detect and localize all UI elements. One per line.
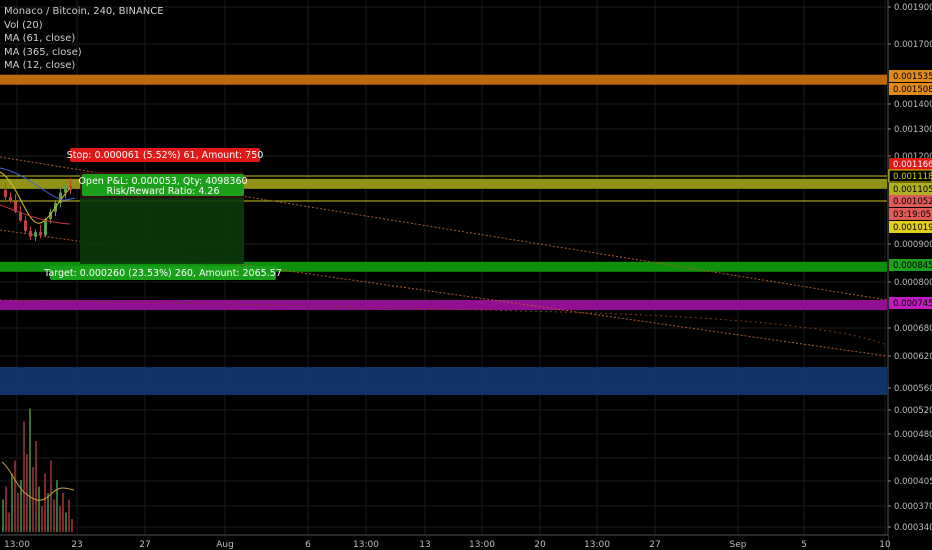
price-badge-label: 0.001166 [893,160,932,170]
price-tick-label: 0.001900 [894,3,932,13]
time-tick-label: 27 [649,540,660,550]
time-axis-bg [0,535,888,550]
price-badge-label: 0.000745 [893,299,932,309]
time-tick-label: 13:00 [469,540,495,550]
volume-bar [5,486,7,532]
volume-bar [17,493,19,532]
price-tick-label: 0.001300 [894,125,932,135]
price-tick-label: 0.000680 [894,324,932,334]
price-tick-label: 0.000900 [894,240,932,250]
volume-bar [65,512,67,532]
position-label-text: Risk/Reward Ratio: 4.26 [106,186,219,197]
candle-body[interactable] [44,219,47,236]
legend-volume[interactable]: Vol (20) [4,19,164,33]
legend-ma12[interactable]: MA (12, close) [4,59,164,73]
price-badge-label: 0.001535 [893,72,932,82]
time-tick-label: Sep [730,540,747,550]
price-badge-label: 0.000845 [893,261,932,271]
time-tick-label: 10 [879,540,891,550]
target-area [80,198,244,264]
price-tick-label: 0.000480 [894,430,932,440]
price-badge-label: 0.001118 [893,172,932,182]
volume-bar [32,467,34,532]
time-tick-label: 13:00 [353,540,379,550]
time-tick-label: 5 [801,540,807,550]
volume-bar [59,506,61,532]
volume-bar [2,499,4,532]
candle-body[interactable] [9,197,12,202]
volume-bar [56,480,58,532]
legend-ma61[interactable]: MA (61, close) [4,32,164,46]
time-tick-label: 6 [305,540,311,550]
price-tick-label: 0.000800 [894,278,932,288]
volume-bar [14,460,16,532]
volume-bar [68,499,70,532]
legend-symbol[interactable]: Monaco / Bitcoin, 240, BINANCE [4,5,164,19]
ma-line-red [0,204,71,225]
volume-bar [44,473,46,532]
volume-bar [29,408,31,532]
volume-bar [41,506,43,532]
zone-support-purple[interactable] [0,300,887,310]
price-tick-label: 0.000620 [894,352,932,362]
legend-ma365[interactable]: MA (365, close) [4,46,164,60]
candle-body[interactable] [29,230,32,237]
price-tick-label: 0.000520 [894,406,932,416]
time-tick-label: 13:00 [4,540,30,550]
chart-legend: Monaco / Bitcoin, 240, BINANCE Vol (20) … [4,5,164,73]
candle-body[interactable] [4,189,7,198]
price-tick-label: 0.000370 [894,502,932,512]
volume-bar [62,493,64,532]
volume-bar [53,499,55,532]
price-badge-label: 03:19:05 [893,210,931,220]
price-tick-label: 0.000405 [894,477,932,487]
volume-bar [23,421,25,532]
time-tick-label: 13 [419,540,430,550]
time-tick-label: 20 [534,540,546,550]
price-tick-label: 0.000340 [894,523,932,533]
zone-support-blue[interactable] [0,367,887,395]
price-tick-label: 0.001400 [894,100,932,110]
candle-body[interactable] [34,232,37,237]
price-badge-label: 0.001019 [893,223,932,233]
zone-resistance-orange[interactable] [0,74,887,85]
candle-body[interactable] [24,220,27,231]
price-badge-label: 0.001508 [893,85,932,95]
volume-bar [50,460,52,532]
price-axis-bg [888,0,932,550]
time-tick-label: 27 [139,540,150,550]
price-tick-label: 0.000440 [894,454,932,464]
volume-bar [11,473,13,532]
price-tick-label: 0.001700 [894,40,932,50]
target-label-text: Target: 0.000260 (23.53%) 260, Amount: 2… [43,268,282,279]
volume-bar [26,454,28,532]
volume-bar [71,519,73,532]
price-badge-label: 0.001052 [893,197,932,207]
chart-canvas[interactable]: Stop: 0.000061 (5.52%) 61, Amount: 750Op… [0,0,932,550]
volume-bar [47,493,49,532]
volume-bar [35,441,37,532]
volume-bar [38,486,40,532]
time-tick-label: Aug [216,540,234,550]
price-tick-label: 0.000560 [894,384,932,394]
time-tick-label: 13:00 [584,540,610,550]
price-badge-label: 0.001105 [893,185,932,195]
candle-body[interactable] [39,232,42,236]
time-tick-label: 23 [71,540,82,550]
stop-label-text: Stop: 0.000061 (5.52%) 61, Amount: 750 [67,150,264,161]
volume-bar [8,512,10,532]
